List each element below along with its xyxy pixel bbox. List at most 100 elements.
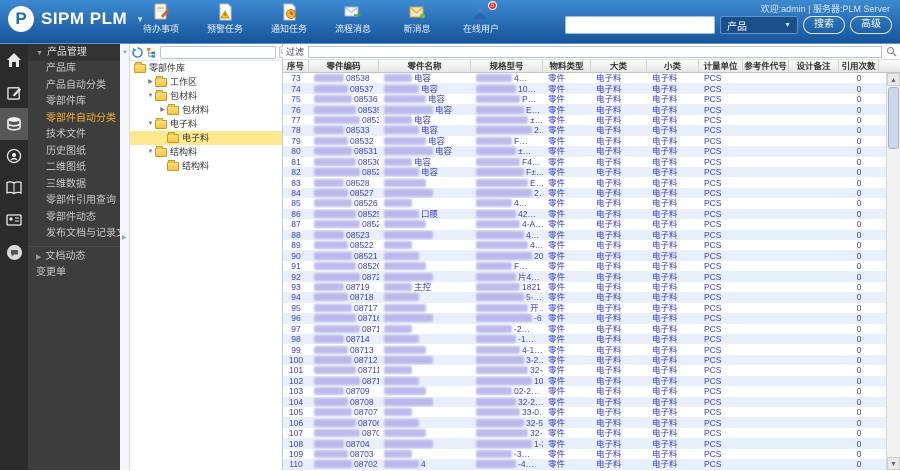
column-header[interactable]: 物料类型: [543, 60, 591, 72]
sidebar-item[interactable]: 变更单: [28, 265, 120, 282]
advanced-search-button[interactable]: 高级: [850, 16, 892, 34]
cell-ref-count: 0: [856, 229, 862, 240]
rail-products-button[interactable]: [0, 108, 28, 140]
column-header[interactable]: 零件编码: [309, 60, 379, 72]
app-logo[interactable]: P SIPM PLM ▼: [8, 6, 144, 32]
rail-home-button[interactable]: [0, 44, 28, 76]
sidebar-item[interactable]: 零部件库: [28, 94, 120, 111]
privacy-mask: [314, 439, 344, 448]
privacy-mask: [314, 272, 360, 281]
tree-filter-input[interactable]: [160, 45, 276, 59]
icon-rail: [0, 44, 28, 470]
cell-index: 102: [288, 375, 304, 386]
collapse-left-icon[interactable]: ▶: [122, 234, 127, 241]
alert-tasks-button[interactable]: 预警任务: [199, 3, 251, 35]
tree-node[interactable]: ▼ 结构料: [130, 145, 282, 159]
sidebar-item[interactable]: 零部件动态: [28, 210, 120, 227]
sidebar-item[interactable]: 零部件引用查询: [28, 193, 120, 210]
refresh-icon[interactable]: [132, 46, 143, 58]
sidebar-item[interactable]: 产品库: [28, 61, 120, 78]
column-header[interactable]: 小类: [647, 60, 699, 72]
collapse-up-icon[interactable]: ▼: [122, 50, 128, 56]
cell-spec: 102-7…: [471, 376, 543, 386]
cell-part-name: [379, 313, 471, 323]
tree-node[interactable]: ▶ 工作区: [130, 75, 282, 89]
cell-ref-count: 0: [856, 198, 862, 209]
new-message-button[interactable]: 新消息: [391, 3, 443, 35]
rail-edit-button[interactable]: [0, 76, 28, 108]
column-header[interactable]: 规格型号: [471, 60, 543, 72]
tree-right-arrow-icon[interactable]: ▶: [158, 103, 167, 117]
column-header[interactable]: 零件名称: [379, 60, 471, 72]
sidebar-section-product-mgmt[interactable]: ▼ 产品管理: [28, 44, 120, 61]
cell-part-name: [379, 219, 471, 229]
cell-part-name: 4: [379, 459, 471, 469]
rail-broadcast-button[interactable]: [0, 140, 28, 172]
online-users-button[interactable]: 5 在线用户: [455, 1, 507, 35]
column-header[interactable]: 参考件代号: [743, 60, 789, 72]
privacy-mask: [314, 418, 356, 427]
notify-tasks-button[interactable]: 通知任务: [263, 3, 315, 35]
cell-spec: F±…: [471, 167, 543, 177]
column-header[interactable]: 计量单位: [699, 60, 743, 72]
tree-node[interactable]: ▼ 电子料: [130, 117, 282, 131]
cell-part-code: 08719: [309, 282, 379, 292]
search-input[interactable]: [565, 16, 715, 34]
rail-chat-button[interactable]: [0, 236, 28, 268]
magnifier-icon[interactable]: [886, 46, 897, 57]
table-header-row: 序号 零件编码 零件名称 规格型号 物料类型 大类 小类 计量单位 参考件代号 设计备注 引用次数: [283, 60, 900, 73]
privacy-mask: [476, 293, 524, 302]
sidebar-item[interactable]: 零部件自动分类: [28, 111, 120, 128]
cell-spec: 4…: [471, 198, 543, 208]
tree-down-arrow-icon[interactable]: ▼: [146, 145, 155, 159]
scroll-down-button[interactable]: ▼: [887, 457, 900, 470]
cell-unit: PCS: [704, 302, 722, 313]
sidebar-item[interactable]: 技术文件: [28, 127, 120, 144]
cell-part-name: [379, 365, 471, 375]
header-toolbar: 待办事项 预警任务 通知任务 流程消息 新消息 5 在线用户: [135, 1, 507, 35]
tree-root-node[interactable]: 零部件库: [130, 61, 282, 75]
table-filter-input[interactable]: [308, 45, 882, 58]
scroll-thumb[interactable]: [888, 87, 899, 149]
privacy-mask: [314, 345, 348, 354]
cell-index: 84: [291, 188, 301, 199]
panel-splitter[interactable]: ▼ ▶: [120, 44, 130, 470]
tree-view-icon[interactable]: [146, 47, 157, 58]
table-row[interactable]: 110 08702 4 -4… 零件 电子料 电子料 PCS 0: [283, 459, 886, 470]
cell-unit: PCS: [704, 344, 722, 355]
tree-node[interactable]: 电子料: [130, 131, 282, 145]
rail-card-button[interactable]: [0, 204, 28, 236]
sidebar-item[interactable]: 三维数据: [28, 177, 120, 194]
column-header[interactable]: 设计备注: [789, 60, 839, 72]
cell-index: 103: [288, 386, 304, 397]
column-header[interactable]: 序号: [283, 60, 309, 72]
tree-node[interactable]: ▼ 包材料: [130, 89, 282, 103]
sidebar-item[interactable]: 产品自动分类: [28, 78, 120, 95]
cell-index: 83: [291, 177, 301, 188]
sidebar-item[interactable]: 发布文档与记录文件: [28, 226, 120, 243]
sidebar-item[interactable]: ▶ 文档动态: [28, 249, 120, 266]
search-category-select[interactable]: 产品 ▼: [720, 16, 798, 34]
tree-right-arrow-icon[interactable]: ▶: [146, 75, 155, 89]
cell-unit: PCS: [704, 240, 722, 251]
flow-message-button[interactable]: 流程消息: [327, 3, 379, 35]
privacy-mask: [314, 314, 356, 323]
column-header[interactable]: 大类: [591, 60, 647, 72]
scroll-up-button[interactable]: ▲: [887, 73, 900, 86]
cell-index: 94: [291, 292, 301, 303]
todo-tasks-button[interactable]: 待办事项: [135, 3, 187, 35]
tree-down-arrow-icon[interactable]: ▼: [146, 117, 155, 131]
tree-down-arrow-icon[interactable]: ▼: [146, 89, 155, 103]
tree-node[interactable]: 结构料: [130, 159, 282, 173]
folder-icon: [155, 89, 167, 101]
tree-node[interactable]: ▶ 包材料: [130, 103, 282, 117]
rail-library-button[interactable]: [0, 172, 28, 204]
cell-spec: 4…: [471, 73, 543, 83]
cell-spec: -4…: [471, 459, 543, 469]
search-button[interactable]: 搜索: [803, 16, 845, 34]
cell-spec: E…: [471, 178, 543, 188]
cell-index: 81: [291, 156, 301, 167]
sidebar-item[interactable]: 历史图纸: [28, 144, 120, 161]
sidebar-item[interactable]: 二维图纸: [28, 160, 120, 177]
column-header[interactable]: 引用次数: [839, 60, 879, 72]
